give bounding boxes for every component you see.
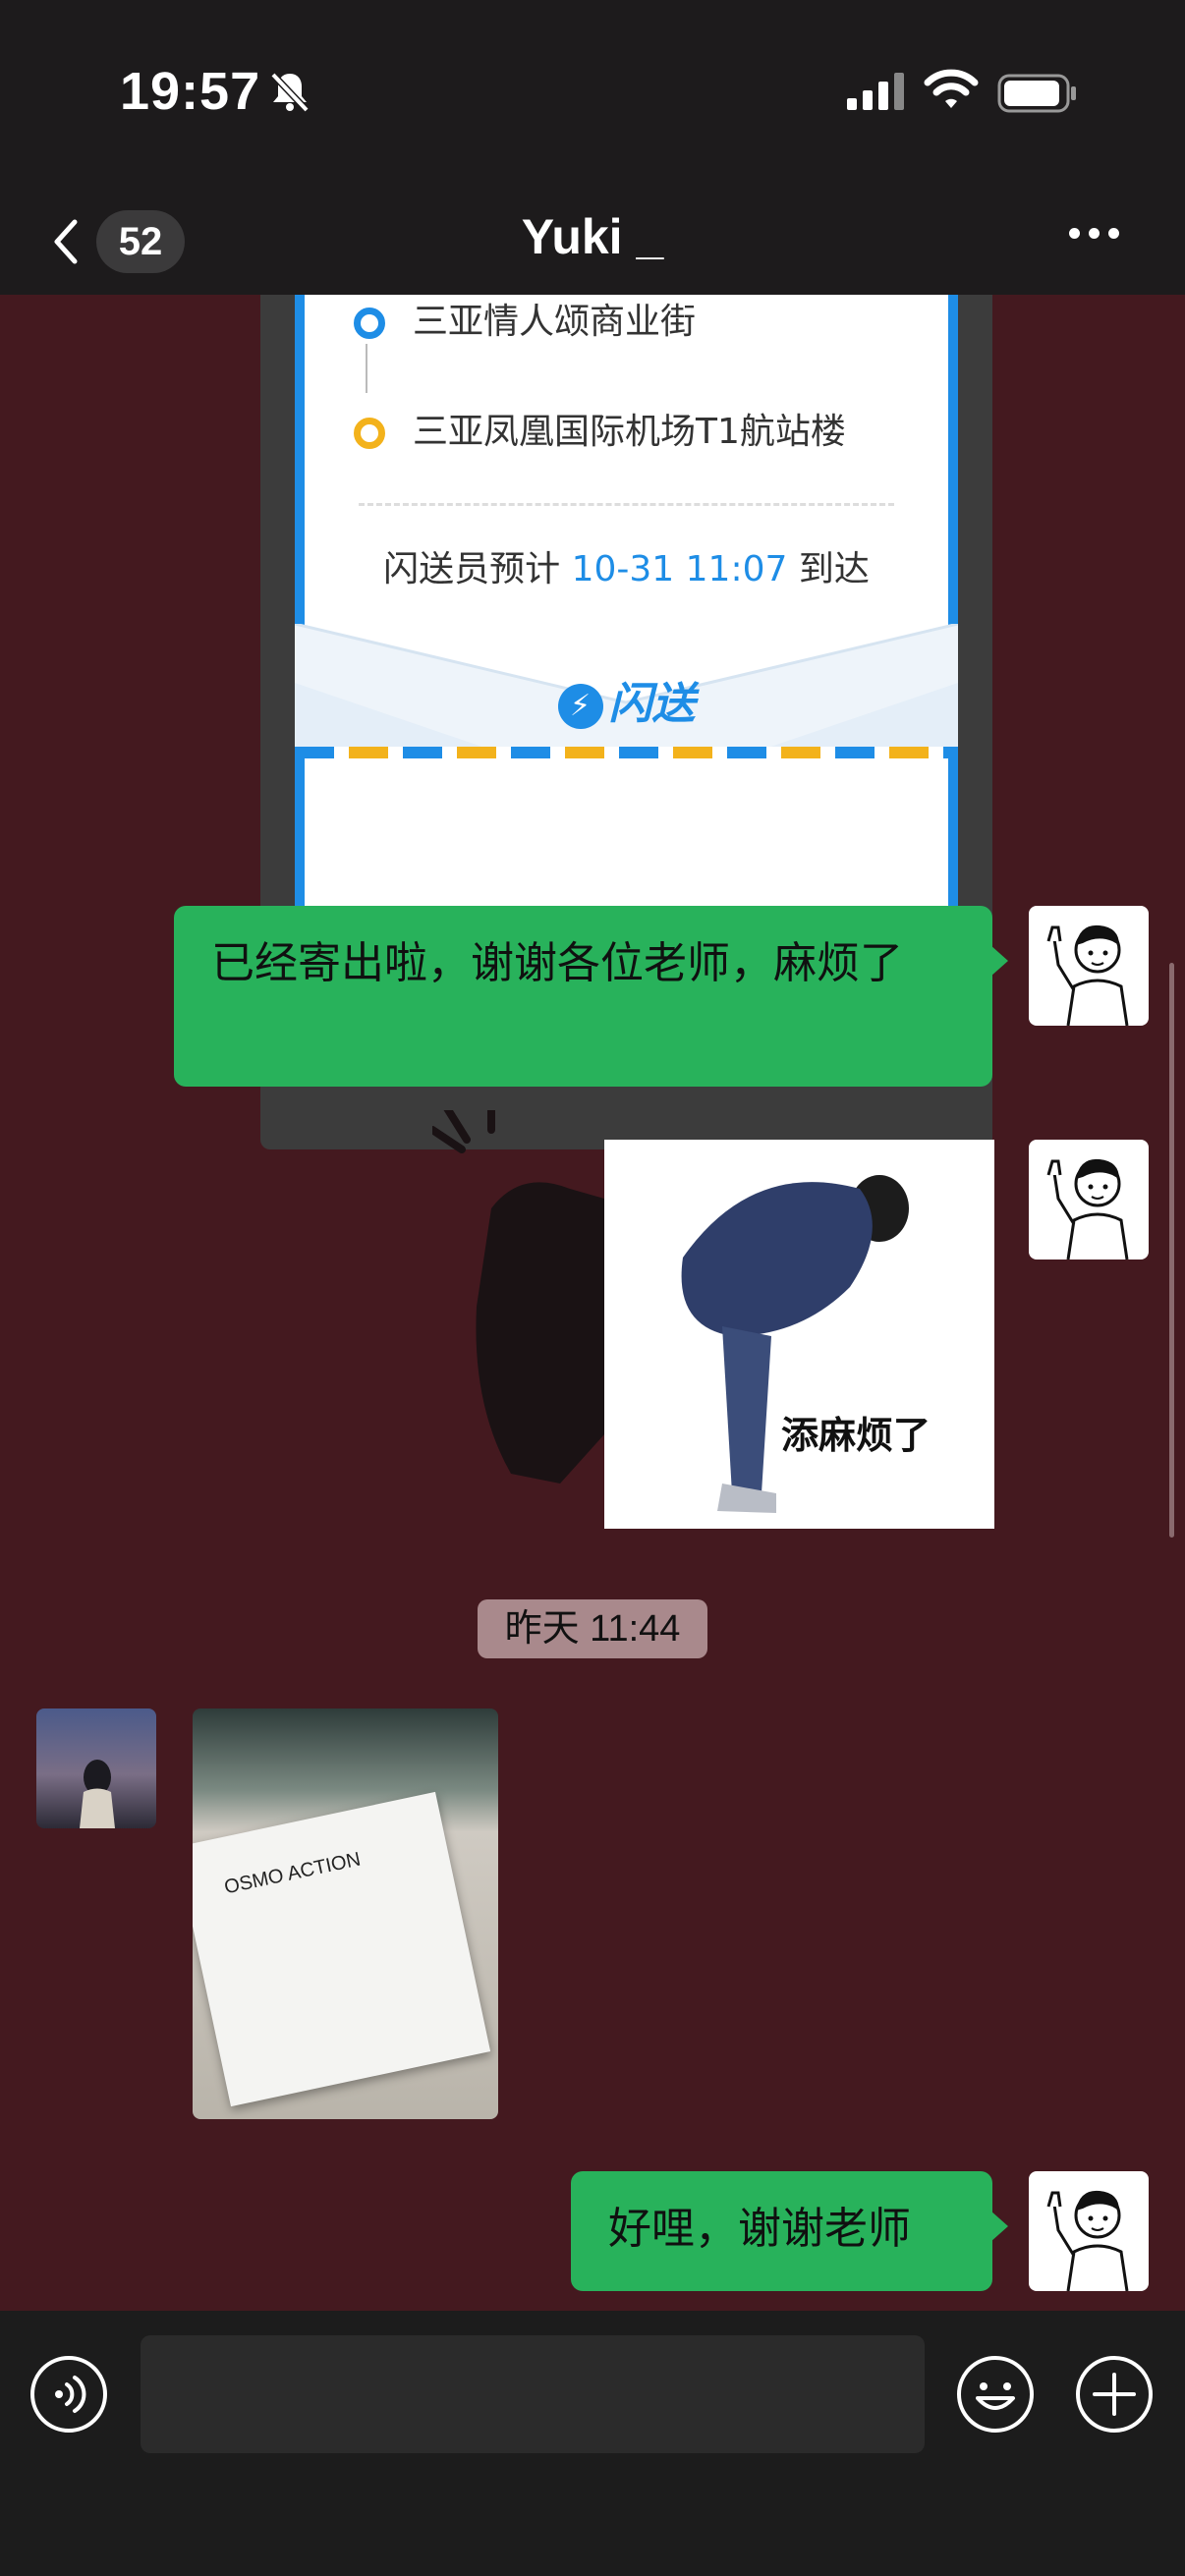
plus-icon[interactable] [1075,2355,1154,2434]
avatar-self[interactable] [1029,906,1149,1026]
status-time: 19:57 [120,62,261,121]
origin-dot-icon [354,308,385,339]
contact-photo [80,1760,115,1828]
status-bar: 19:57 [0,0,1185,187]
input-bar [0,2311,1185,2576]
brand-logo: ⚡ 闪送 [295,668,958,731]
message-input[interactable] [141,2335,925,2453]
sticker-message[interactable]: 添麻烦了 [604,1140,994,1529]
sticker-caption: 添麻烦了 [781,1414,931,1457]
message-timestamp: 昨天 11:44 [478,1599,707,1658]
voice-input-icon[interactable] [29,2355,108,2434]
eta-text: 闪送员预计 10-31 11:07 到达 [383,549,870,589]
scrollbar[interactable] [1169,963,1174,1538]
emoji-icon[interactable] [956,2355,1035,2434]
chat-header: 52 Yuki _ [0,187,1185,295]
avatar-self[interactable] [1029,2171,1149,2291]
image-message[interactable]: OSMO ACTION [193,1708,498,2119]
bowing-person-image [681,1175,909,1513]
waving-person-icon [1046,1158,1129,1260]
avatar-self[interactable] [1029,1140,1149,1260]
lightning-icon: ⚡ [557,684,603,729]
product-box: OSMO ACTION [193,1791,491,2107]
message-bubble-sent[interactable]: 好哩，谢谢老师 [571,2171,1008,2291]
bell-muted-icon [270,72,310,113]
route-destination: 三亚凤凰国际机场T1航站楼 [354,403,846,454]
more-options-button[interactable] [1069,224,1138,253]
waving-person-icon [1046,924,1129,1026]
waving-person-icon [1046,2190,1129,2291]
message-bubble-sent[interactable]: 已经寄出啦，谢谢各位老师，麻烦了 [174,906,1008,1087]
avatar-contact[interactable] [36,1708,156,1828]
eta-time: 10-31 11:07 [571,549,788,589]
chat-title: Yuki _ [521,209,664,264]
wifi-icon [924,69,979,108]
destination-dot-icon [354,418,385,449]
signal-icon [847,73,904,110]
route-origin: 三亚情人颂商业街 [354,295,696,344]
battery-icon [997,74,1076,113]
message-list[interactable]: 三亚情人颂商业街 三亚凤凰国际机场T1航站楼 闪送员预计 10-31 11:07… [0,295,1185,2311]
